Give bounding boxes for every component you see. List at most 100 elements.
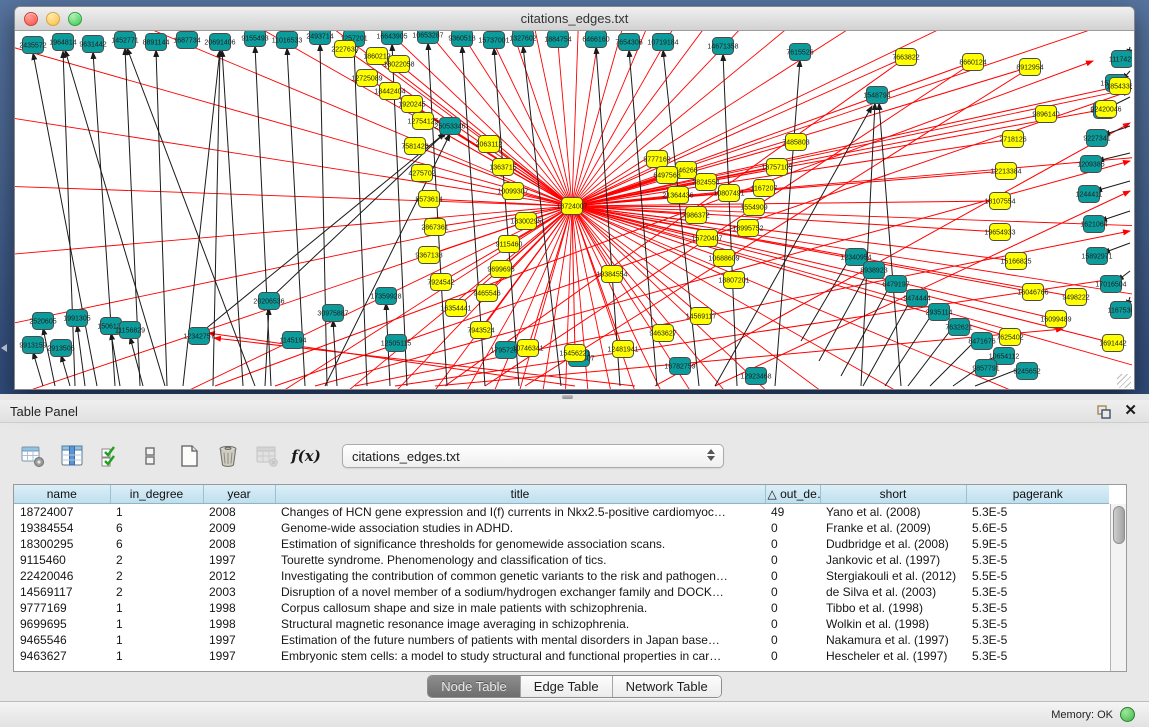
graph-edge-red[interactable] xyxy=(572,206,1132,389)
graph-node[interactable]: 9155493 xyxy=(241,31,268,47)
column-header-in_degree[interactable]: in_degree xyxy=(110,485,203,504)
table-cell-name[interactable]: 9777169 xyxy=(14,600,110,616)
graph-edge-black[interactable] xyxy=(61,355,70,386)
graph-edge-black[interactable] xyxy=(1095,181,1130,191)
graph-edge-black[interactable] xyxy=(333,320,337,386)
table-cell-name[interactable]: 14569117 xyxy=(14,584,110,600)
column-header-out_degree[interactable]: △ out_de… xyxy=(765,485,820,504)
table-cell-out_degree[interactable]: 49 xyxy=(765,504,820,521)
minimize-window-icon[interactable] xyxy=(46,12,60,26)
graph-node[interactable]: 1209385 xyxy=(1077,156,1104,173)
table-cell-title[interactable]: Estimation of significance thresholds fo… xyxy=(275,536,765,552)
graph-node[interactable]: 1452771 xyxy=(111,32,138,49)
graph-edge-black[interactable] xyxy=(65,50,165,386)
graph-edge-black[interactable] xyxy=(861,103,875,386)
table-cell-out_degree[interactable]: 0 xyxy=(765,616,820,632)
graph-edge-red[interactable] xyxy=(572,206,1132,389)
graph-node[interactable]: 11016533 xyxy=(272,32,303,49)
graph-node[interactable]: 12505115 xyxy=(381,335,412,352)
graph-node[interactable]: 1167530 xyxy=(1108,302,1132,319)
graph-node[interactable]: 19654933 xyxy=(984,224,1015,241)
table-cell-title[interactable]: Changes of HCN gene expression and I(f) … xyxy=(275,504,765,521)
table-cell-out_degree[interactable]: 0 xyxy=(765,584,820,600)
table-cell-in_degree[interactable]: 1 xyxy=(110,616,203,632)
graph-edge-red[interactable] xyxy=(572,206,1132,389)
table-cell-short[interactable]: Dudbridge et al. (2008) xyxy=(820,536,966,552)
scrollbar-thumb[interactable] xyxy=(1113,506,1125,544)
table-selector-dropdown[interactable]: citations_edges.txt xyxy=(342,444,724,468)
graph-node[interactable]: 8938923 xyxy=(860,262,887,279)
graph-node[interactable]: 9699695 xyxy=(487,261,514,278)
graph-node[interactable]: 1167207 xyxy=(751,180,778,197)
graph-node[interactable]: 1145194 xyxy=(280,332,307,349)
graph-edge-red[interactable] xyxy=(15,31,572,206)
graph-node[interactable]: 1991305 xyxy=(63,310,90,327)
splitter-handle-icon[interactable] xyxy=(562,395,573,399)
graph-node[interactable]: 2913506 xyxy=(47,340,74,357)
graph-node[interactable]: 1554909 xyxy=(740,199,767,216)
table-cell-short[interactable]: Franke et al. (2009) xyxy=(820,520,966,536)
graph-node[interactable]: 9227341 xyxy=(1083,130,1110,147)
graph-edge-black[interactable] xyxy=(320,44,327,386)
graph-edge-red[interactable] xyxy=(377,56,572,206)
graph-node[interactable]: 17016504 xyxy=(1095,276,1126,293)
table-cell-year[interactable]: 1997 xyxy=(203,552,275,568)
graph-node[interactable]: 16782759 xyxy=(664,358,695,375)
graph-edge-black[interactable] xyxy=(156,50,167,386)
graph-node[interactable]: 16643905 xyxy=(376,31,407,45)
table-row[interactable]: 1830029562008Estimation of significance … xyxy=(14,536,1109,552)
table-cell-out_degree[interactable]: 0 xyxy=(765,568,820,584)
graph-node[interactable]: 18107554 xyxy=(984,193,1015,210)
table-row[interactable]: 977716911998Corpus callosum shape and si… xyxy=(14,600,1109,616)
graph-edge-black[interactable] xyxy=(265,308,269,386)
graph-node[interactable]: 8912954 xyxy=(1016,59,1043,76)
table-cell-year[interactable]: 2012 xyxy=(203,568,275,584)
graph-edge-red[interactable] xyxy=(15,31,572,206)
graph-node[interactable]: 7485803 xyxy=(782,134,809,151)
table-cell-in_degree[interactable]: 1 xyxy=(110,600,203,616)
graph-node[interactable]: 9474444 xyxy=(903,290,930,307)
graph-node[interactable]: 12481941 xyxy=(607,341,638,358)
graph-node[interactable]: 18807201 xyxy=(718,272,749,289)
graph-node[interactable]: 1691442 xyxy=(1099,335,1126,352)
table-cell-out_degree[interactable]: 0 xyxy=(765,600,820,616)
column-header-short[interactable]: short xyxy=(820,485,966,504)
graph-edge-black[interactable] xyxy=(255,46,271,386)
table-vertical-scrollbar[interactable] xyxy=(1110,504,1126,671)
graph-edge-black[interactable] xyxy=(863,294,914,386)
graph-node[interactable]: 12213384 xyxy=(990,163,1021,180)
graph-node[interactable]: 2063112 xyxy=(476,136,503,153)
table-cell-pagerank[interactable]: 5.3E-5 xyxy=(966,552,1109,568)
graph-node[interactable]: 9367138 xyxy=(415,247,442,264)
table-cell-pagerank[interactable]: 5.9E-5 xyxy=(966,536,1109,552)
table-cell-year[interactable]: 1998 xyxy=(203,616,275,632)
graph-edge-red[interactable] xyxy=(572,206,1132,389)
table-cell-out_degree[interactable]: 0 xyxy=(765,520,820,536)
graph-edge-black[interactable] xyxy=(130,337,143,386)
table-cell-pagerank[interactable]: 5.3E-5 xyxy=(966,648,1109,664)
table-cell-title[interactable]: Tourette syndrome. Phenomenology and cla… xyxy=(275,552,765,568)
new-table-icon[interactable] xyxy=(174,440,204,472)
column-header-year[interactable]: year xyxy=(203,485,275,504)
graph-node[interactable]: 30975887 xyxy=(317,305,348,322)
graph-edge-black[interactable] xyxy=(111,333,120,386)
table-row[interactable]: 946362711997Embryonic stem cells: a mode… xyxy=(14,648,1109,664)
graph-node[interactable]: 6466160 xyxy=(582,31,609,48)
table-cell-title[interactable]: Estimation of the future numbers of pati… xyxy=(275,632,765,648)
graph-node[interactable]: 1884754 xyxy=(544,31,571,48)
close-panel-icon[interactable]: ✕ xyxy=(1124,404,1137,418)
graph-node[interactable]: 1854338 xyxy=(1106,78,1132,95)
table-cell-title[interactable]: Disruption of a novel member of a sodium… xyxy=(275,584,765,600)
graph-node[interactable]: 20206536 xyxy=(253,293,284,310)
graph-edge-red[interactable] xyxy=(15,31,572,206)
graph-node[interactable]: 9896140 xyxy=(1032,106,1059,123)
graph-edge-red[interactable] xyxy=(15,31,572,206)
graph-node[interactable]: 15737001 xyxy=(478,32,509,49)
table-cell-name[interactable]: 18724007 xyxy=(14,504,110,521)
graph-node[interactable]: 7986372 xyxy=(682,207,709,224)
network-window-titlebar[interactable]: citations_edges.txt xyxy=(15,7,1134,31)
table-cell-name[interactable]: 9699695 xyxy=(14,616,110,632)
graph-node[interactable]: 9115460 xyxy=(496,236,523,253)
tab-node-table[interactable]: Node Table xyxy=(428,676,521,697)
table-cell-year[interactable]: 2008 xyxy=(203,504,275,521)
